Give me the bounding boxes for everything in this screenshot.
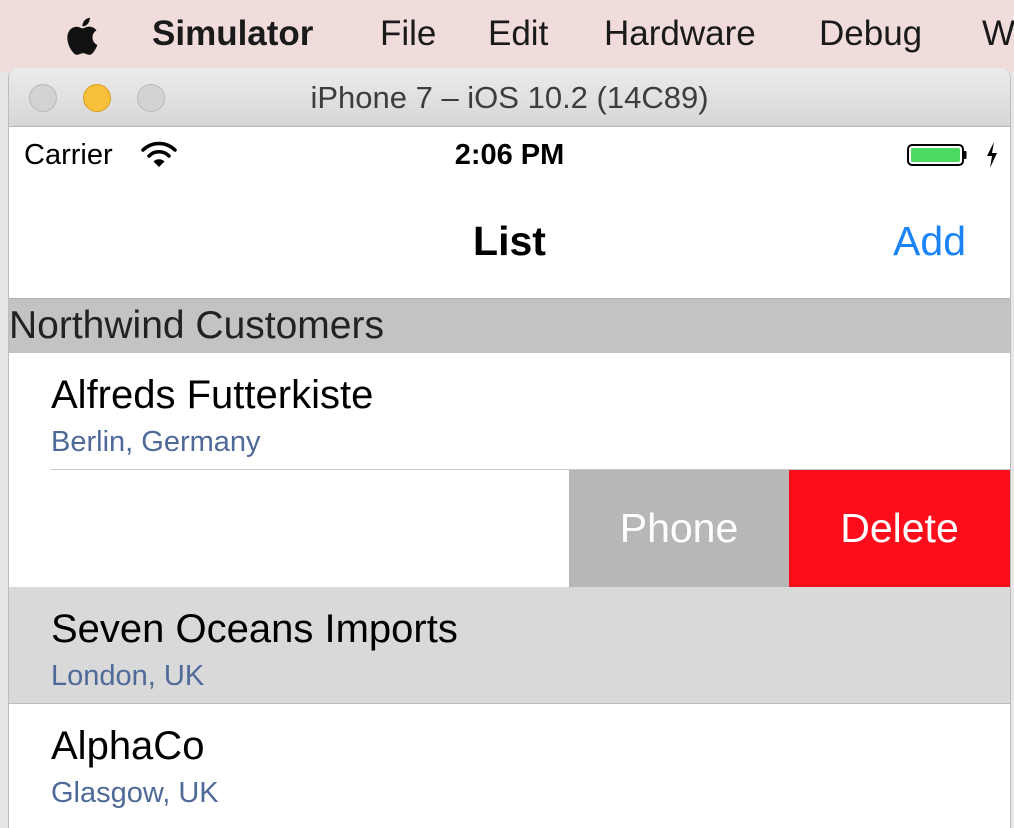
swiped-list-item[interactable]: Phone Delete xyxy=(9,470,1010,587)
navigation-bar: List Add xyxy=(9,183,1010,298)
ios-screen: Carrier 2:06 PM List Add Northwind Custo… xyxy=(9,127,1010,828)
mac-menu-bar: Simulator File Edit Hardware Debug W xyxy=(0,0,1014,72)
window-title-bar[interactable]: iPhone 7 – iOS 10.2 (14C89) xyxy=(9,68,1010,127)
list-item[interactable]: AlphaCo Glasgow, UK xyxy=(9,704,1010,821)
phone-action-label: Phone xyxy=(619,505,739,551)
menu-file[interactable]: File xyxy=(380,14,436,54)
menu-debug[interactable]: Debug xyxy=(819,14,922,54)
section-header-title: Northwind Customers xyxy=(9,304,384,347)
window-title: iPhone 7 – iOS 10.2 (14C89) xyxy=(310,80,709,115)
nav-title: List xyxy=(473,218,546,264)
add-button[interactable]: Add xyxy=(893,218,966,265)
customer-location: Glasgow, UK xyxy=(51,777,219,809)
customer-name: Seven Oceans Imports xyxy=(51,607,458,651)
apple-icon[interactable] xyxy=(63,16,99,56)
phone-action-button[interactable]: Phone xyxy=(569,470,789,587)
customer-name: AlphaCo xyxy=(51,724,205,768)
simulator-window: iPhone 7 – iOS 10.2 (14C89) Carrier 2:06… xyxy=(8,68,1011,828)
list-item[interactable]: Seven Oceans Imports London, UK xyxy=(9,587,1010,704)
menu-simulator[interactable]: Simulator xyxy=(152,14,313,54)
menu-window[interactable]: W xyxy=(982,14,1014,54)
section-header: Northwind Customers xyxy=(9,298,1010,354)
battery-icon xyxy=(907,144,967,166)
customer-name: Alfreds Futterkiste xyxy=(51,373,374,417)
status-bar: Carrier 2:06 PM xyxy=(9,127,1010,183)
charging-bolt-icon xyxy=(987,142,997,168)
customer-location: Berlin, Germany xyxy=(51,426,261,458)
delete-action-label: Delete xyxy=(840,505,959,551)
status-time: 2:06 PM xyxy=(454,139,565,171)
menu-hardware[interactable]: Hardware xyxy=(604,14,756,54)
list-item[interactable]: Alfreds Futterkiste Berlin, Germany xyxy=(9,353,1010,470)
customer-location: London, UK xyxy=(51,660,205,692)
menu-edit[interactable]: Edit xyxy=(488,14,548,54)
delete-action-button[interactable]: Delete xyxy=(789,470,1010,587)
